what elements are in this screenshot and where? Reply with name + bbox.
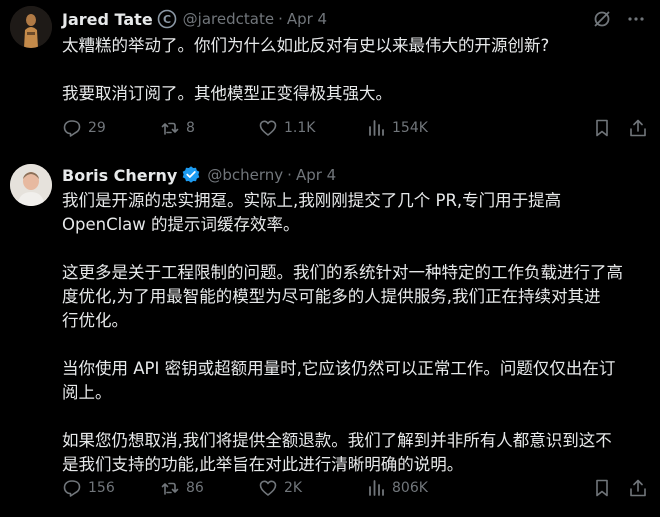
reply-count: 156	[88, 480, 115, 496]
repost-button[interactable]: 8	[160, 118, 258, 138]
views-button[interactable]: 806K	[366, 478, 500, 498]
author-handle[interactable]: @bcherny	[207, 166, 283, 184]
like-button[interactable]: 2K	[258, 478, 366, 498]
reply-button[interactable]: 156	[62, 478, 160, 498]
tweet-paragraph: 我要取消订阅了。其他模型正变得极其强大。	[62, 84, 392, 103]
views-icon	[366, 118, 386, 138]
views-count: 806K	[392, 480, 428, 496]
separator-dot: ·	[287, 166, 292, 184]
tweet-paragraph: 太糟糕的举动了。你们为什么如此反对有史以来最伟大的开源创新?	[62, 36, 550, 55]
avatar-image	[10, 6, 52, 48]
reply-count: 29	[88, 120, 106, 136]
heart-icon	[258, 118, 278, 138]
tweet-paragraph: 这更多是关于工程限制的问题。我们的系统针对一种特定的工作负载进行了高 度优化,为…	[62, 263, 623, 330]
avatar[interactable]	[10, 164, 52, 206]
repost-count: 8	[186, 120, 195, 136]
tweet-actions: 29 8 1.1K 154K	[62, 116, 648, 140]
bookmark-icon[interactable]	[592, 478, 612, 498]
like-count: 2K	[284, 480, 303, 496]
avatar-image	[10, 164, 52, 206]
repost-icon	[160, 478, 180, 498]
author-name[interactable]: Jared Tate	[62, 10, 153, 29]
share-icon[interactable]	[628, 478, 648, 498]
separator-dot: ·	[278, 10, 283, 28]
tweet-header: Boris Cherny @bcherny · Apr 4	[62, 162, 336, 188]
tweet-actions: 156 86 2K 806K	[62, 476, 648, 500]
tweet-text: 我们是开源的忠实拥趸。实际上,我刚刚提交了几个 PR,专门用于提高 OpenCl…	[62, 189, 650, 477]
bookmark-icon[interactable]	[592, 118, 612, 138]
views-button[interactable]: 154K	[366, 118, 500, 138]
svg-text:C: C	[163, 13, 171, 26]
author-name[interactable]: Boris Cherny	[62, 166, 177, 185]
gray-check-icon[interactable]: C	[157, 9, 177, 29]
tweet-date[interactable]: Apr 4	[296, 166, 336, 184]
reply-button[interactable]: 29	[62, 118, 160, 138]
blue-check-icon[interactable]	[181, 165, 201, 185]
grok-icon[interactable]	[592, 9, 612, 29]
heart-icon	[258, 478, 278, 498]
repost-icon	[160, 118, 180, 138]
tweet-date[interactable]: Apr 4	[287, 10, 327, 28]
share-icon[interactable]	[628, 118, 648, 138]
save-share-group	[592, 118, 648, 138]
tweet-header: Jared Tate C @jaredctate · Apr 4	[62, 6, 327, 32]
reply-icon	[62, 118, 82, 138]
tweet-paragraph: 如果您仍想取消,我们将提供全额退款。我们了解到并非所有人都意识到这不 是我们支持…	[62, 431, 612, 474]
tweet-text: 太糟糕的举动了。你们为什么如此反对有史以来最伟大的开源创新? 我要取消订阅了。其…	[62, 34, 650, 106]
views-icon	[366, 478, 386, 498]
avatar[interactable]	[10, 6, 52, 48]
repost-button[interactable]: 86	[160, 478, 258, 498]
author-handle[interactable]: @jaredctate	[183, 10, 274, 28]
save-share-group	[592, 478, 648, 498]
repost-count: 86	[186, 480, 204, 496]
top-actions	[592, 9, 646, 29]
like-button[interactable]: 1.1K	[258, 118, 366, 138]
more-icon[interactable]	[626, 9, 646, 29]
tweet-paragraph: 当你使用 API 密钥或超额用量时,它应该仍然可以正常工作。问题仅仅出在订 阅上…	[62, 359, 616, 402]
reply-icon	[62, 478, 82, 498]
views-count: 154K	[392, 120, 428, 136]
like-count: 1.1K	[284, 120, 316, 136]
tweet-paragraph: 我们是开源的忠实拥趸。实际上,我刚刚提交了几个 PR,专门用于提高 OpenCl…	[62, 191, 562, 234]
